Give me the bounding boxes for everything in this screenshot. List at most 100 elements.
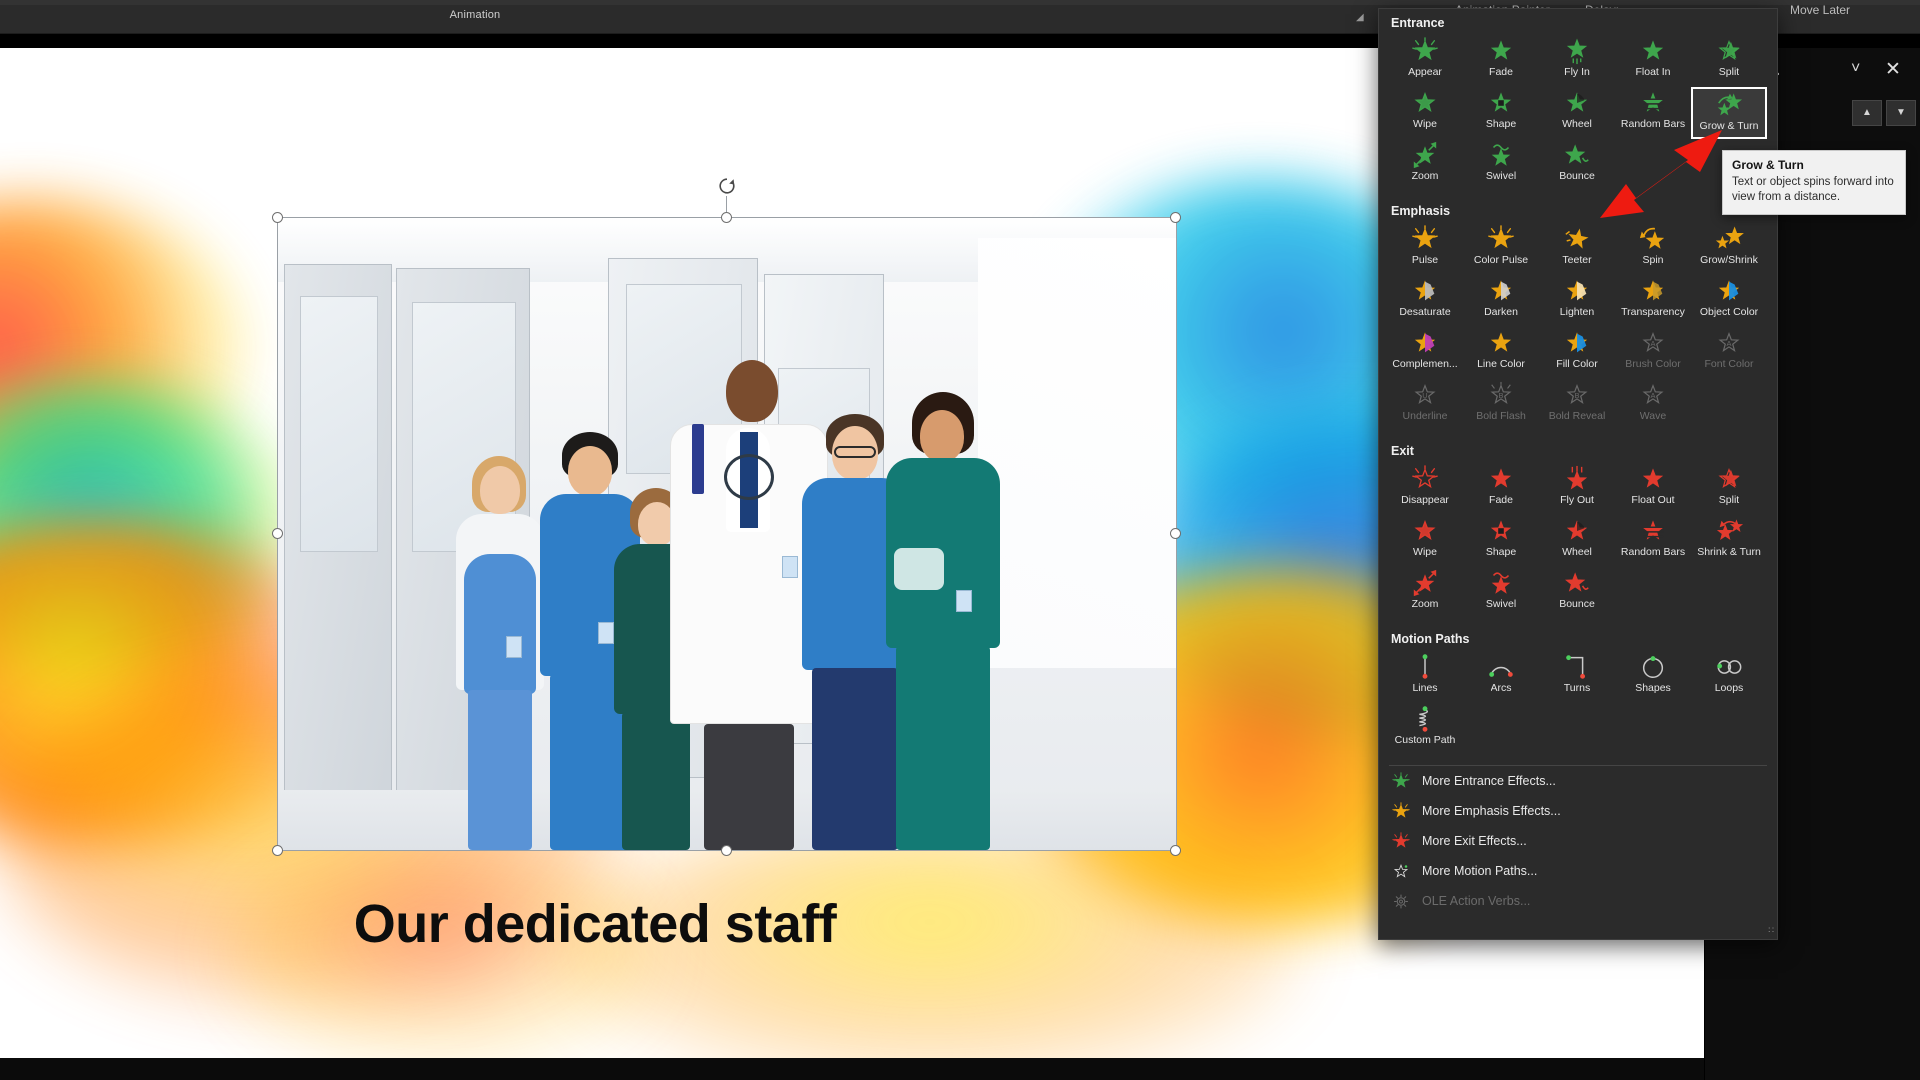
handle-bottom-center[interactable]	[721, 845, 732, 856]
star-zoom-icon	[1413, 141, 1437, 169]
effect-item-swivel[interactable]: Swivel	[1463, 139, 1539, 191]
effect-item-lighten[interactable]: Lighten	[1539, 275, 1615, 327]
effect-item-random-bars[interactable]: Random Bars	[1615, 515, 1691, 567]
effect-item-spin[interactable]: Spin	[1615, 223, 1691, 275]
effect-item-wipe[interactable]: Wipe	[1387, 87, 1463, 139]
effect-item-darken[interactable]: Darken	[1463, 275, 1539, 327]
effect-item-loops[interactable]: Loops	[1691, 651, 1767, 703]
effect-item-split[interactable]: Split	[1691, 35, 1767, 87]
slide-title[interactable]: Our dedicated staff	[0, 893, 1190, 955]
effect-item-bounce[interactable]: Bounce	[1539, 567, 1615, 619]
effect-item-disappear[interactable]: Disappear	[1387, 463, 1463, 515]
effect-item-teeter[interactable]: Teeter	[1539, 223, 1615, 275]
effect-item-transparency[interactable]: Transparency	[1615, 275, 1691, 327]
dialog-launcher-icon[interactable]: ◢	[1356, 12, 1367, 23]
menu-item-more-entrance-effects[interactable]: More Entrance Effects...	[1379, 766, 1777, 796]
effect-label: Float Out	[1631, 494, 1675, 506]
effect-item-fill-color[interactable]: Fill Color	[1539, 327, 1615, 379]
effect-item-wave: A Wave	[1615, 379, 1691, 431]
effect-item-line-color[interactable]: Line Color	[1463, 327, 1539, 379]
effect-label: Object Color	[1699, 306, 1759, 318]
handle-bottom-right[interactable]	[1170, 845, 1181, 856]
menu-item-label: More Exit Effects...	[1422, 834, 1527, 848]
effect-label: Font Color	[1704, 358, 1754, 370]
handle-bottom-left[interactable]	[272, 845, 283, 856]
effect-item-complemen[interactable]: Complemen...	[1387, 327, 1463, 379]
effect-item-wheel[interactable]: Wheel	[1539, 515, 1615, 567]
handle-middle-left[interactable]	[272, 528, 283, 539]
effect-label: Loops	[1714, 682, 1744, 694]
effect-item-shapes[interactable]: Shapes	[1615, 651, 1691, 703]
handle-middle-right[interactable]	[1170, 528, 1181, 539]
effect-item-fly-out[interactable]: Fly Out	[1539, 463, 1615, 515]
effect-item-shrink-turn[interactable]: Shrink & Turn	[1691, 515, 1767, 567]
gallery-grid-emphasis: Pulse Color Pulse Teeter Spin Grow/Shrink Des…	[1379, 221, 1777, 437]
star-teeter-icon	[1565, 228, 1589, 249]
menu-item-more-emphasis-effects[interactable]: More Emphasis Effects...	[1379, 796, 1777, 826]
handle-top-right[interactable]	[1170, 212, 1181, 223]
effect-item-arcs[interactable]: Arcs	[1463, 651, 1539, 703]
effect-item-swivel[interactable]: Swivel	[1463, 567, 1539, 619]
effect-label: Wipe	[1413, 118, 1437, 130]
effect-item-grow-shrink[interactable]: Grow/Shrink	[1691, 223, 1767, 275]
move-up-button[interactable]: ▲	[1852, 100, 1882, 126]
effect-item-shape[interactable]: Shape	[1463, 515, 1539, 567]
effect-item-split[interactable]: Split	[1691, 463, 1767, 515]
star-fade-icon	[1490, 468, 1512, 488]
menu-item-more-exit-effects[interactable]: More Exit Effects...	[1379, 826, 1777, 856]
move-later-button[interactable]: Move Later	[1790, 3, 1850, 17]
menu-item-more-motion-paths[interactable]: More Motion Paths...	[1379, 856, 1777, 886]
path-arcs-icon	[1489, 666, 1513, 677]
effect-label: Transparency	[1621, 306, 1685, 318]
move-down-button[interactable]: ▼	[1886, 100, 1916, 126]
effect-label: Zoom	[1411, 170, 1439, 182]
effect-label: Complemen...	[1392, 358, 1458, 370]
star-objectcolor-icon	[1718, 280, 1740, 301]
menu-item-ole-action-verbs: OLE Action Verbs...	[1379, 886, 1777, 916]
effect-item-zoom[interactable]: Zoom	[1387, 567, 1463, 619]
svg-text:U: U	[1422, 391, 1427, 400]
effect-label: Shape	[1485, 546, 1517, 558]
star-zoom-icon	[1413, 569, 1437, 597]
resize-grip-icon[interactable]: ∷	[1768, 925, 1774, 936]
effect-item-custom-path[interactable]: Custom Path	[1387, 703, 1463, 755]
effect-label: Fade	[1489, 494, 1513, 506]
effect-item-fade[interactable]: Fade	[1463, 463, 1539, 515]
effect-item-pulse[interactable]: Pulse	[1387, 223, 1463, 275]
ribbon-tab-strip	[0, 0, 1920, 5]
close-icon[interactable]: ✕	[1885, 58, 1901, 81]
effect-item-lines[interactable]: Lines	[1387, 651, 1463, 703]
effect-label: Fly In	[1564, 66, 1590, 78]
effect-item-float-out[interactable]: Float Out	[1615, 463, 1691, 515]
gallery-grid-motion-paths: Lines Arcs Turns Shapes Loops Custom Path	[1379, 649, 1777, 761]
effect-item-object-color[interactable]: Object Color	[1691, 275, 1767, 327]
effect-item-shape[interactable]: Shape	[1463, 87, 1539, 139]
effect-item-wipe[interactable]: Wipe	[1387, 515, 1463, 567]
effect-item-bold-reveal: B Bold Reveal	[1539, 379, 1615, 431]
effect-label: Lighten	[1559, 306, 1595, 318]
effect-label: Desaturate	[1399, 306, 1451, 318]
effect-label: Wipe	[1413, 546, 1437, 558]
effect-item-turns[interactable]: Turns	[1539, 651, 1615, 703]
effect-item-color-pulse[interactable]: Color Pulse	[1463, 223, 1539, 275]
star-boldreveal-icon: B	[1566, 383, 1588, 404]
effect-item-zoom[interactable]: Zoom	[1387, 139, 1463, 191]
rotate-handle-icon[interactable]	[717, 176, 737, 196]
star-green-icon	[1392, 771, 1410, 788]
effect-label: Disappear	[1401, 494, 1449, 506]
effect-item-desaturate[interactable]: Desaturate	[1387, 275, 1463, 327]
handle-top-center[interactable]	[721, 212, 732, 223]
chevron-down-icon[interactable]: ˅	[1851, 60, 1860, 78]
star-float-icon	[1642, 468, 1664, 488]
effect-item-fly-in[interactable]: Fly In	[1539, 35, 1615, 87]
star-wave-icon: A	[1642, 383, 1664, 404]
effect-item-float-in[interactable]: Float In	[1615, 35, 1691, 87]
star-shape-icon	[1490, 520, 1512, 540]
effect-item-appear[interactable]: Appear	[1387, 35, 1463, 87]
selected-picture[interactable]	[272, 178, 1181, 856]
star-shape-icon	[1490, 92, 1512, 112]
svg-text:A: A	[1651, 339, 1656, 348]
handle-top-left[interactable]	[272, 212, 283, 223]
effect-label: Lines	[1412, 682, 1438, 694]
effect-item-fade[interactable]: Fade	[1463, 35, 1539, 87]
